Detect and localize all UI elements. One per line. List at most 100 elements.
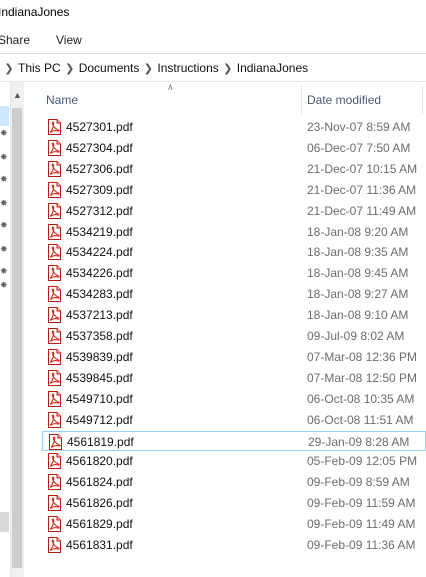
- file-date-modified: 06-Oct-08 10:35 AM: [307, 391, 415, 406]
- file-row[interactable]: 4561820.pdf 05-Feb-09 12:05 PM: [42, 451, 426, 471]
- pdf-file-icon: [48, 244, 61, 261]
- scroll-up-icon[interactable]: ▲: [13, 90, 22, 100]
- pdf-file-icon: [48, 516, 61, 533]
- pdf-file-icon: [48, 181, 61, 198]
- file-date-modified: 07-Mar-08 12:50 PM: [307, 370, 418, 385]
- breadcrumb-documents[interactable]: Documents: [79, 61, 140, 75]
- pdf-file-icon: [48, 265, 61, 282]
- file-name: 4561819.pdf: [67, 434, 134, 449]
- pdf-file-icon: [49, 433, 62, 450]
- pin-icon: ✸: [0, 220, 8, 230]
- nav-item[interactable]: [0, 512, 9, 532]
- file-name: 4537358.pdf: [66, 329, 133, 343]
- chevron-right-icon[interactable]: ❯: [0, 62, 18, 75]
- file-name: 4561829.pdf: [66, 517, 133, 532]
- breadcrumb-this-pc[interactable]: This PC: [18, 61, 61, 75]
- file-row[interactable]: 4527312.pdf 21-Dec-07 11:49 AM: [42, 201, 426, 221]
- file-row[interactable]: 4539839.pdf 07-Mar-08 12:36 PM: [42, 347, 426, 367]
- column-divider[interactable]: [301, 86, 302, 114]
- address-bar[interactable]: ❯ This PC ❯ Documents ❯ Instructions ❯ I…: [0, 54, 426, 82]
- file-row[interactable]: 4549712.pdf 06-Oct-08 11:51 AM: [42, 410, 426, 430]
- pin-icon: ✸: [0, 152, 8, 162]
- column-divider[interactable]: [422, 86, 423, 114]
- file-row[interactable]: 4527306.pdf 21-Dec-07 10:15 AM: [42, 159, 426, 179]
- file-row[interactable]: 4561824.pdf 09-Feb-09 8:59 AM: [42, 472, 426, 492]
- breadcrumb-indianajones[interactable]: IndianaJones: [237, 61, 308, 75]
- pdf-file-icon: [48, 160, 61, 177]
- file-row[interactable]: 4527309.pdf 21-Dec-07 11:36 AM: [42, 180, 426, 200]
- pdf-file-icon: [48, 139, 61, 156]
- file-name: 4534283.pdf: [66, 287, 133, 302]
- file-date-modified: 09-Feb-09 8:59 AM: [307, 475, 410, 490]
- file-date-modified: 18-Jan-08 9:20 AM: [307, 224, 409, 239]
- file-row[interactable]: 4527304.pdf 06-Dec-07 7:50 AM: [42, 138, 426, 158]
- explorer-window: IndianaJones Share View ❯ This PC ❯ Docu…: [0, 0, 426, 577]
- breadcrumb: ❯ This PC ❯ Documents ❯ Instructions ❯ I…: [0, 60, 308, 76]
- chevron-right-icon[interactable]: ❯: [139, 62, 157, 75]
- file-row[interactable]: 4534219.pdf 18-Jan-08 9:20 AM: [42, 222, 426, 242]
- pdf-file-icon: [48, 202, 61, 219]
- file-name: 4534224.pdf: [66, 245, 133, 260]
- scrollbar-thumb[interactable]: [12, 108, 22, 568]
- file-row[interactable]: 4534226.pdf 18-Jan-08 9:45 AM: [42, 263, 426, 283]
- file-name: 4561824.pdf: [66, 475, 133, 490]
- tab-view[interactable]: View: [56, 33, 82, 47]
- file-name: 4549710.pdf: [66, 391, 133, 406]
- pdf-file-icon: [48, 390, 61, 407]
- column-header-row: ∧ Name Date modified: [24, 82, 426, 116]
- column-header-date-modified[interactable]: Date modified: [307, 93, 381, 107]
- file-row[interactable]: 4561826.pdf 09-Feb-09 11:59 AM: [42, 493, 426, 513]
- pin-icon: ✸: [0, 198, 8, 208]
- file-name: 4561826.pdf: [66, 496, 133, 511]
- pdf-file-icon: [48, 307, 61, 324]
- file-name: 4534219.pdf: [66, 224, 133, 239]
- file-name: 4527309.pdf: [66, 182, 133, 197]
- file-date-modified: 23-Nov-07 8:59 AM: [307, 120, 411, 134]
- file-name: 4539839.pdf: [66, 349, 133, 364]
- file-row[interactable]: 4527301.pdf 23-Nov-07 8:59 AM: [42, 117, 426, 137]
- file-date-modified: 18-Jan-08 9:35 AM: [307, 245, 409, 260]
- pdf-file-icon: [48, 453, 61, 470]
- file-row[interactable]: 4537358.pdf 09-Jul-09 8:02 AM: [42, 326, 426, 346]
- pin-icon: ✸: [0, 128, 8, 138]
- column-header-name[interactable]: Name: [46, 93, 78, 107]
- file-row[interactable]: 4534283.pdf 18-Jan-08 9:27 AM: [42, 284, 426, 304]
- file-date-modified: 07-Mar-08 12:36 PM: [307, 349, 418, 364]
- file-date-modified: 06-Dec-07 7:50 AM: [307, 140, 411, 155]
- file-row[interactable]: 4561829.pdf 09-Feb-09 11:49 AM: [42, 514, 426, 534]
- chevron-right-icon[interactable]: ❯: [219, 62, 237, 75]
- file-row[interactable]: 4561831.pdf 09-Feb-09 11:36 AM: [42, 535, 426, 555]
- file-name: 4527306.pdf: [66, 161, 133, 176]
- pdf-file-icon: [48, 328, 61, 344]
- file-date-modified: 05-Feb-09 12:05 PM: [307, 454, 418, 469]
- file-date-modified: 21-Dec-07 11:49 AM: [307, 203, 417, 218]
- nav-selected-item[interactable]: [0, 106, 9, 126]
- pdf-file-icon: [48, 119, 61, 135]
- window-title: IndianaJones: [0, 5, 70, 19]
- file-date-modified: 09-Feb-09 11:59 AM: [307, 496, 416, 511]
- ribbon-tabs: Share View: [0, 27, 426, 54]
- file-row[interactable]: 4561819.pdf 29-Jan-09 8:28 AM: [42, 430, 426, 451]
- file-date-modified: 18-Jan-08 9:27 AM: [307, 287, 409, 302]
- pin-icon: ✸: [0, 266, 8, 276]
- chevron-right-icon[interactable]: ❯: [61, 62, 79, 75]
- file-row[interactable]: 4539845.pdf 07-Mar-08 12:50 PM: [42, 368, 426, 388]
- file-row[interactable]: 4549710.pdf 06-Oct-08 10:35 AM: [42, 389, 426, 409]
- nav-scrollbar[interactable]: ▲: [10, 82, 24, 577]
- file-date-modified: 06-Oct-08 11:51 AM: [307, 412, 414, 427]
- file-date-modified: 21-Dec-07 10:15 AM: [307, 161, 418, 176]
- pdf-file-icon: [48, 348, 61, 365]
- pin-icon: ✸: [0, 174, 8, 184]
- file-name: 4537213.pdf: [66, 308, 133, 323]
- pin-icon: ✸: [0, 280, 8, 290]
- pdf-file-icon: [48, 495, 61, 512]
- file-name: 4527301.pdf: [66, 120, 133, 134]
- tab-share[interactable]: Share: [0, 33, 30, 47]
- title-bar: IndianaJones: [0, 0, 426, 27]
- file-row[interactable]: 4534224.pdf 18-Jan-08 9:35 AM: [42, 242, 426, 262]
- pdf-file-icon: [48, 537, 61, 553]
- file-date-modified: 18-Jan-08 9:10 AM: [307, 308, 409, 323]
- breadcrumb-instructions[interactable]: Instructions: [157, 61, 218, 75]
- file-row[interactable]: 4537213.pdf 18-Jan-08 9:10 AM: [42, 305, 426, 325]
- sort-ascending-icon: ∧: [167, 82, 174, 92]
